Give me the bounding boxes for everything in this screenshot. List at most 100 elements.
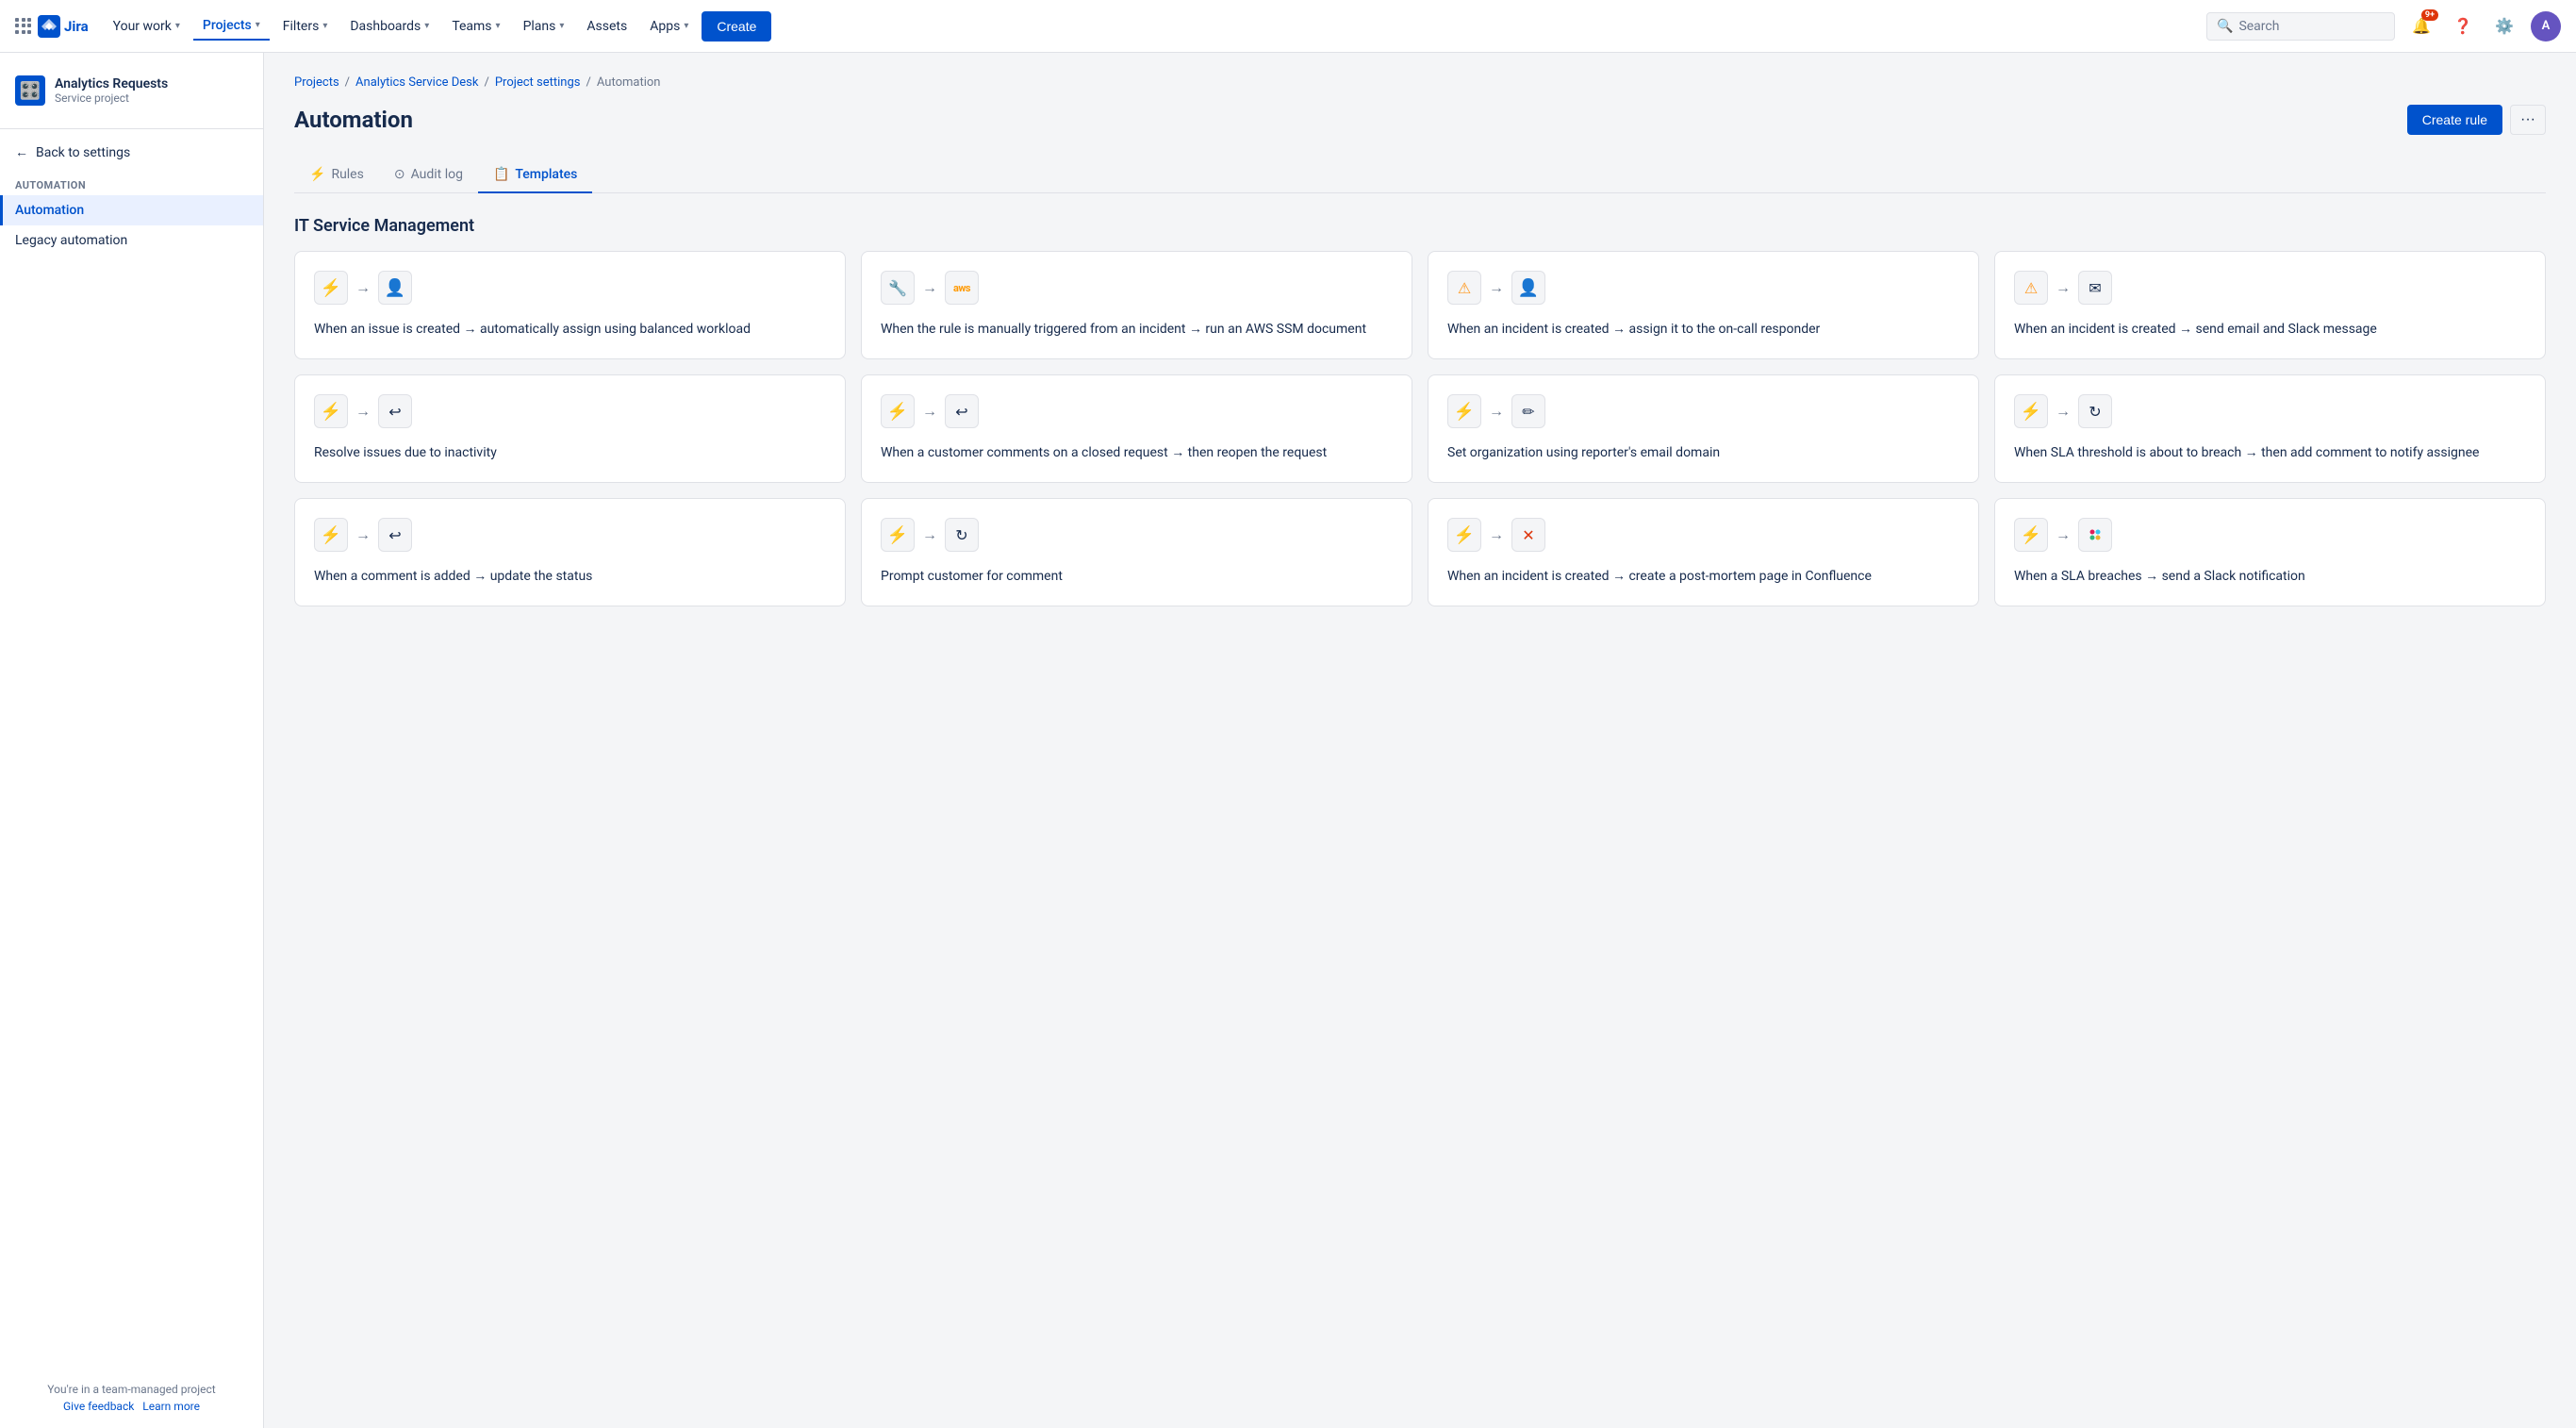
card-5[interactable]: ⚡ → ↩ When a customer comments on a clos… bbox=[861, 374, 1412, 483]
back-label: Back to settings bbox=[36, 145, 130, 160]
section-title: IT Service Management bbox=[294, 216, 2546, 236]
card-0-text: When an issue is created → automatically… bbox=[314, 320, 826, 340]
card-11-icon2 bbox=[2078, 518, 2112, 552]
nav-projects[interactable]: Projects ▾ bbox=[193, 12, 270, 41]
card-3-text: When an incident is created → send email… bbox=[2014, 320, 2526, 340]
create-rule-button[interactable]: Create rule bbox=[2407, 105, 2502, 135]
lightning-icon: ⚡ bbox=[321, 402, 341, 422]
close-icon: ✕ bbox=[1522, 526, 1534, 544]
card-1-icon2: aws bbox=[945, 271, 979, 305]
search-box[interactable]: 🔍 Search bbox=[2206, 12, 2395, 41]
settings-button[interactable]: ⚙️ bbox=[2489, 11, 2519, 42]
arrow-icon: → bbox=[2056, 278, 2071, 297]
sidebar-item-legacy-automation[interactable]: Legacy automation bbox=[0, 225, 263, 256]
chevron-down-icon: ▾ bbox=[559, 21, 564, 31]
card-4-icon2: ↩ bbox=[378, 394, 412, 428]
card-11[interactable]: ⚡ → When a SLA breaches → send a Slack n… bbox=[1994, 498, 2546, 606]
card-7-icons: ⚡ → ↻ bbox=[2014, 394, 2526, 428]
sidebar: 🎛️ Analytics Requests Service project ← … bbox=[0, 53, 264, 1428]
card-1[interactable]: 🔧 → aws When the rule is manually trigge… bbox=[861, 251, 1412, 359]
card-8[interactable]: ⚡ → ↩ When a comment is added → update t… bbox=[294, 498, 846, 606]
card-10-icon2: ✕ bbox=[1511, 518, 1545, 552]
logo[interactable]: Jira bbox=[15, 15, 89, 38]
person-icon: 👤 bbox=[385, 278, 405, 298]
card-10[interactable]: ⚡ → ✕ When an incident is created → crea… bbox=[1428, 498, 1979, 606]
tab-templates[interactable]: 📋 Templates bbox=[478, 158, 592, 193]
nav-your-work[interactable]: Your work ▾ bbox=[104, 13, 190, 40]
lightning-icon: ⚡ bbox=[321, 525, 341, 545]
back-to-settings-button[interactable]: ← Back to settings bbox=[0, 137, 263, 168]
warning-icon: ⚠ bbox=[2024, 279, 2038, 297]
card-9-icon2: ↻ bbox=[945, 518, 979, 552]
jira-wordmark: Jira bbox=[64, 18, 89, 35]
card-7[interactable]: ⚡ → ↻ When SLA threshold is about to bre… bbox=[1994, 374, 2546, 483]
card-7-icon2: ↻ bbox=[2078, 394, 2112, 428]
card-1-icon1: 🔧 bbox=[881, 271, 915, 305]
notifications-button[interactable]: 🔔 9+ bbox=[2406, 11, 2436, 42]
card-6[interactable]: ⚡ → ✏ Set organization using reporter's … bbox=[1428, 374, 1979, 483]
sidebar-item-automation[interactable]: Automation bbox=[0, 195, 263, 225]
nav-plans[interactable]: Plans ▾ bbox=[514, 13, 574, 40]
search-placeholder: Search bbox=[2238, 19, 2279, 34]
grid-icon[interactable] bbox=[15, 18, 32, 35]
jira-logo[interactable]: Jira bbox=[38, 15, 89, 38]
topnav: Jira Your work ▾ Projects ▾ Filters ▾ Da… bbox=[0, 0, 2576, 53]
lightning-icon: ⚡ bbox=[1454, 525, 1475, 545]
breadcrumb-settings[interactable]: Project settings bbox=[495, 75, 581, 90]
breadcrumb-analytics[interactable]: Analytics Service Desk bbox=[355, 75, 478, 90]
card-2[interactable]: ⚠ → 👤 When an incident is created → assi… bbox=[1428, 251, 1979, 359]
card-5-text: When a customer comments on a closed req… bbox=[881, 443, 1393, 463]
nav-apps[interactable]: Apps ▾ bbox=[640, 13, 698, 40]
warning-icon: ⚠ bbox=[1458, 279, 1471, 297]
refresh-icon: ↻ bbox=[2089, 403, 2101, 421]
learn-more-link[interactable]: Learn more bbox=[142, 1400, 200, 1413]
card-0[interactable]: ⚡ → 👤 When an issue is created → automat… bbox=[294, 251, 846, 359]
breadcrumb: Projects / Analytics Service Desk / Proj… bbox=[294, 75, 2546, 90]
project-icon: 🎛️ bbox=[15, 75, 45, 106]
more-options-button[interactable]: ··· bbox=[2510, 105, 2546, 135]
arrow-icon: → bbox=[1489, 402, 1504, 421]
card-2-icon2: 👤 bbox=[1511, 271, 1545, 305]
nav-teams[interactable]: Teams ▾ bbox=[442, 13, 509, 40]
card-4[interactable]: ⚡ → ↩ Resolve issues due to inactivity bbox=[294, 374, 846, 483]
arrow-icon: → bbox=[922, 402, 937, 421]
card-11-text: When a SLA breaches → send a Slack notif… bbox=[2014, 567, 2526, 587]
refresh-icon: ↻ bbox=[955, 526, 967, 544]
card-3[interactable]: ⚠ → ✉ When an incident is created → send… bbox=[1994, 251, 2546, 359]
nav-assets[interactable]: Assets bbox=[577, 13, 636, 40]
help-icon: ❓ bbox=[2453, 17, 2472, 35]
chevron-down-icon: ▾ bbox=[322, 21, 327, 31]
create-button[interactable]: Create bbox=[702, 11, 771, 42]
tab-audit-label: Audit log bbox=[411, 167, 463, 182]
lightning-icon: ⚡ bbox=[321, 278, 341, 298]
arrow-icon: → bbox=[355, 525, 371, 544]
sidebar-footer: You're in a team-managed project Give fe… bbox=[0, 1368, 263, 1428]
lightning-icon: ⚡ bbox=[2021, 402, 2041, 422]
card-8-icon2: ↩ bbox=[378, 518, 412, 552]
card-7-text: When SLA threshold is about to breach → … bbox=[2014, 443, 2526, 463]
lightning-icon: ⚡ bbox=[887, 402, 908, 422]
card-6-icons: ⚡ → ✏ bbox=[1447, 394, 1959, 428]
wrench-icon: 🔧 bbox=[888, 279, 907, 297]
card-4-text: Resolve issues due to inactivity bbox=[314, 443, 826, 463]
breadcrumb-sep-1: / bbox=[345, 75, 350, 90]
avatar[interactable]: A bbox=[2531, 11, 2561, 42]
tab-audit-log[interactable]: ⊙ Audit log bbox=[379, 158, 478, 193]
card-6-text: Set organization using reporter's email … bbox=[1447, 443, 1959, 463]
back-arrow-icon: ← bbox=[15, 144, 28, 160]
breadcrumb-projects[interactable]: Projects bbox=[294, 75, 339, 90]
nav-items: Your work ▾ Projects ▾ Filters ▾ Dashboa… bbox=[104, 11, 2206, 42]
search-icon: 🔍 bbox=[2217, 19, 2233, 34]
nav-dashboards[interactable]: Dashboards ▾ bbox=[340, 13, 438, 40]
card-10-icon1: ⚡ bbox=[1447, 518, 1481, 552]
card-4-icons: ⚡ → ↩ bbox=[314, 394, 826, 428]
card-2-text: When an incident is created → assign it … bbox=[1447, 320, 1959, 340]
feedback-link[interactable]: Give feedback bbox=[63, 1400, 134, 1413]
nav-filters[interactable]: Filters ▾ bbox=[273, 13, 338, 40]
card-9[interactable]: ⚡ → ↻ Prompt customer for comment bbox=[861, 498, 1412, 606]
help-button[interactable]: ❓ bbox=[2448, 11, 2478, 42]
tab-templates-label: Templates bbox=[515, 167, 577, 182]
arrow-icon: → bbox=[355, 402, 371, 421]
breadcrumb-current: Automation bbox=[597, 75, 661, 90]
tab-rules[interactable]: ⚡ Rules bbox=[294, 158, 379, 193]
